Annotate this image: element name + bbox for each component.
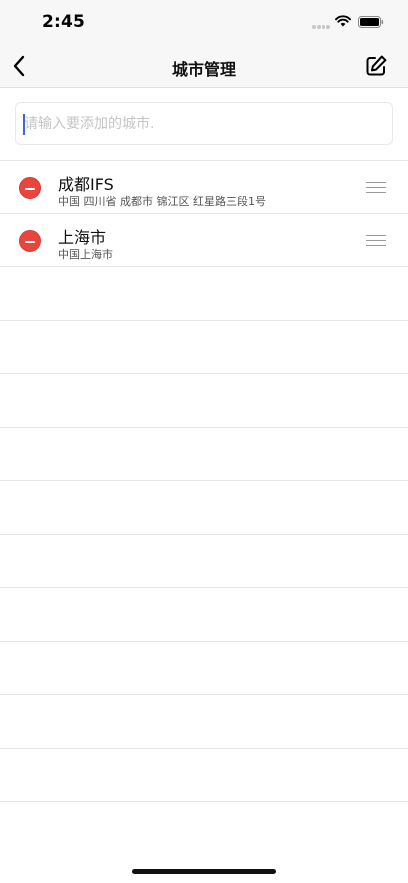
empty-row: [0, 695, 408, 749]
drag-handle-icon[interactable]: [366, 235, 386, 247]
delete-city-button[interactable]: [19, 177, 41, 199]
text-cursor: [23, 114, 25, 135]
city-search-input[interactable]: [16, 103, 392, 144]
search-box[interactable]: [15, 102, 393, 145]
city-address: 中国上海市: [58, 248, 113, 261]
city-management-screen: 2:45 城市管理 请输入要添加的城市. 成都IFS 中国 四川省 成都市 锦江…: [0, 0, 408, 883]
status-bar: 2:45: [0, 0, 408, 44]
empty-row: [0, 267, 408, 321]
empty-row: [0, 374, 408, 428]
city-list: 成都IFS 中国 四川省 成都市 锦江区 红星路三段1号 上海市 中国上海市: [0, 160, 408, 802]
empty-row: [0, 321, 408, 374]
city-address: 中国 四川省 成都市 锦江区 红星路三段1号: [58, 195, 266, 208]
empty-row: [0, 535, 408, 588]
drag-handle-icon[interactable]: [366, 182, 386, 194]
empty-row: [0, 588, 408, 642]
delete-city-button[interactable]: [19, 230, 41, 252]
edit-button[interactable]: [364, 54, 388, 78]
home-indicator: [132, 869, 276, 874]
empty-row: [0, 642, 408, 695]
page-title: 城市管理: [171, 60, 236, 79]
city-row-shanghai[interactable]: 上海市 中国上海市: [0, 214, 408, 267]
wifi-icon: [335, 15, 351, 27]
empty-row: [0, 749, 408, 802]
city-row-chengdu[interactable]: 成都IFS 中国 四川省 成都市 锦江区 红星路三段1号: [0, 161, 408, 214]
city-name: 成都IFS: [58, 175, 114, 194]
status-time: 2:45: [42, 12, 86, 32]
empty-row: [0, 428, 408, 481]
empty-row: [0, 481, 408, 535]
battery-icon: [358, 16, 384, 28]
signal-dots-icon: [312, 25, 330, 29]
navigation-bar: 城市管理: [0, 44, 408, 88]
city-name: 上海市: [58, 228, 107, 247]
